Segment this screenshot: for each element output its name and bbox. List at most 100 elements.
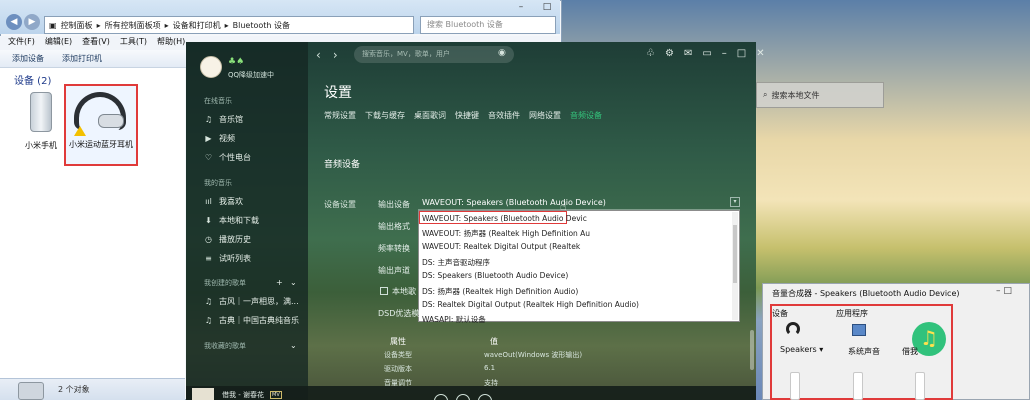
dropdown-option[interactable]: DS: 主声音驱动程序 xyxy=(422,257,490,268)
explorer-window-controls: – □ xyxy=(480,0,560,14)
voice-search-icon[interactable]: ◉ xyxy=(498,48,506,58)
tab-audio-device[interactable]: 音频设备 xyxy=(570,110,602,121)
menu-view[interactable]: 查看(V) xyxy=(82,36,110,50)
qq-window-controls: ♧ ⚙ ✉ ▭ – □ ✕ xyxy=(646,48,765,59)
breadcrumb-item[interactable]: 所有控制面板项 xyxy=(105,20,161,31)
sidebar-item-trial[interactable]: ≡ 试听列表 xyxy=(204,253,251,264)
sidebar-item-favorites[interactable]: ııl 我喜欢 xyxy=(204,196,243,207)
device-label[interactable]: 小米运动蓝牙耳机 xyxy=(66,140,136,150)
desktop-search-placeholder: 搜索本地文件 xyxy=(771,90,820,100)
sidebar-item-history[interactable]: ◷ 播放历史 xyxy=(204,234,251,245)
menu-file[interactable]: 文件(F) xyxy=(8,36,35,50)
video-icon: ▶ xyxy=(205,134,212,143)
folder-icon: ▣ xyxy=(49,20,57,30)
dropdown-option[interactable]: WASAPI: 默认设备 xyxy=(422,314,486,325)
phone-icon[interactable] xyxy=(30,92,52,132)
volume-slider[interactable] xyxy=(853,372,863,400)
sidebar-item-video[interactable]: ▶ 视频 xyxy=(204,133,235,144)
tab-download[interactable]: 下载与缓存 xyxy=(365,110,405,121)
desktop-search-input[interactable]: ⌕ 搜索本地文件 xyxy=(756,82,884,108)
bars-icon: ııl xyxy=(205,197,212,206)
sidebar-item-music-hall[interactable]: ♫ 音乐馆 xyxy=(204,114,243,125)
now-playing-title[interactable]: 借我 - 谢春花 xyxy=(222,390,264,400)
add-printer-button[interactable]: 添加打印机 xyxy=(62,53,102,64)
add-device-button[interactable]: 添加设备 xyxy=(12,53,44,64)
chevron-down-icon[interactable]: ▾ xyxy=(730,197,740,207)
collapse-icon[interactable]: ⌄ xyxy=(290,341,297,350)
add-playlist-icon[interactable]: + xyxy=(276,278,283,287)
sidebar-item-label: 视频 xyxy=(219,134,235,143)
mixer-device-select[interactable]: Speakers ▾ xyxy=(780,345,823,354)
dsd-mode-label: DSD优选模 xyxy=(378,309,420,318)
sidebar-item-radio[interactable]: ♡ 个性电台 xyxy=(204,152,251,163)
back-arrow-icon[interactable]: ◀ xyxy=(6,14,22,30)
warning-icon xyxy=(74,126,86,136)
username[interactable]: QQ降级加速中 xyxy=(228,70,274,80)
sidebar-item-local[interactable]: ⬇ 本地和下载 xyxy=(204,215,259,226)
forward-arrow-icon[interactable]: ▶ xyxy=(24,14,40,30)
explorer-search-input[interactable]: 搜索 Bluetooth 设备 xyxy=(420,16,556,34)
tab-lyrics[interactable]: 桌面歌词 xyxy=(414,110,446,121)
device-label[interactable]: 小米手机 xyxy=(18,140,64,151)
settings-scrollbar[interactable] xyxy=(750,330,754,370)
collapse-icon[interactable]: ⌄ xyxy=(290,278,297,287)
skin-icon[interactable]: ♧ xyxy=(646,48,655,59)
menu-tools[interactable]: 工具(T) xyxy=(120,36,147,50)
minimize-icon[interactable]: – xyxy=(722,48,727,59)
settings-icon[interactable]: ⚙ xyxy=(665,48,674,59)
breadcrumb-item[interactable]: Bluetooth 设备 xyxy=(233,20,290,31)
audio-settings-label: 设备设置 xyxy=(324,200,356,209)
tab-general[interactable]: 常规设置 xyxy=(324,110,356,121)
maximize-icon[interactable]: □ xyxy=(737,48,746,59)
volume-slider[interactable] xyxy=(790,372,800,400)
sidebar-section-mine: 我的音乐 xyxy=(204,179,232,187)
devices-group-header[interactable]: 设备 (2) xyxy=(14,72,51,87)
dropdown-option[interactable]: DS: Speakers (Bluetooth Audio Device) xyxy=(422,271,568,280)
info-key: 设备类型 xyxy=(384,351,412,359)
mail-icon[interactable]: ✉ xyxy=(684,48,692,59)
maximize-icon[interactable]: □ xyxy=(534,0,560,14)
breadcrumb-item[interactable]: 设备和打印机 xyxy=(173,20,221,31)
minimize-icon[interactable]: – xyxy=(508,0,534,14)
printer-icon xyxy=(18,382,44,400)
avatar[interactable] xyxy=(200,56,222,78)
sidebar-item-label: 个性电台 xyxy=(219,153,251,162)
sidebar-item-playlist[interactable]: ♫ 古典｜中国古典纯音乐 xyxy=(204,315,299,326)
sidebar-item-label: 古风｜一声相思，满... xyxy=(219,297,299,306)
back-arrow-icon[interactable]: ‹ xyxy=(316,48,321,62)
forward-arrow-icon[interactable]: › xyxy=(333,48,338,62)
mouse-cursor-icon: ☝ xyxy=(560,200,567,213)
mixer-device-header: 设备 xyxy=(772,309,788,318)
volume-slider[interactable] xyxy=(915,372,925,400)
mv-badge[interactable]: MV xyxy=(270,391,282,399)
monitor-icon xyxy=(852,324,866,336)
output-device-select[interactable]: WAVEOUT: Speakers (Bluetooth Audio Devic… xyxy=(418,196,740,210)
dropdown-option[interactable]: DS: Realtek Digital Output (Realtek High… xyxy=(422,300,639,309)
dropdown-scroll-thumb[interactable] xyxy=(733,225,737,283)
playlist-icon: ♫ xyxy=(204,297,213,306)
close-icon[interactable]: ✕ xyxy=(756,48,764,59)
address-bar[interactable]: ▣ 控制面板 ▸ 所有控制面板项 ▸ 设备和打印机 ▸ Bluetooth 设备 xyxy=(44,16,414,34)
mixer-window-controls[interactable]: – □ xyxy=(996,286,1012,296)
mixer-title: 音量合成器 - Speakers (Bluetooth Audio Device… xyxy=(772,289,960,298)
menu-help[interactable]: 帮助(H) xyxy=(157,36,185,50)
mini-mode-icon[interactable]: ▭ xyxy=(702,48,711,59)
search-icon: ⌕ xyxy=(763,90,768,99)
sidebar-item-playlist[interactable]: ♫ 古风｜一声相思，满... xyxy=(204,296,299,307)
tab-hotkeys[interactable]: 快捷键 xyxy=(455,110,479,121)
breadcrumb-separator: ▸ xyxy=(96,20,101,30)
tab-network[interactable]: 网络设置 xyxy=(529,110,561,121)
sidebar-item-label: 音乐馆 xyxy=(219,115,243,124)
dropdown-option[interactable]: WAVEOUT: 扬声器 (Realtek High Definition Au xyxy=(422,228,590,239)
sidebar-section-created: 我创建的歌单 xyxy=(204,279,246,287)
album-cover[interactable] xyxy=(192,388,214,400)
breadcrumb-item[interactable]: 控制面板 xyxy=(61,20,93,31)
dropdown-option[interactable]: DS: 扬声器 (Realtek High Definition Audio) xyxy=(422,286,578,297)
local-checkbox[interactable] xyxy=(380,287,388,295)
menu-edit[interactable]: 编辑(E) xyxy=(45,36,72,50)
vip-badge-icon[interactable]: ♣♠ xyxy=(228,57,244,67)
dropdown-option[interactable]: WAVEOUT: Speakers (Bluetooth Audio Devic xyxy=(422,214,587,223)
qq-search-input[interactable]: 搜索音乐，MV，歌单，用户 xyxy=(354,46,514,63)
dropdown-option[interactable]: WAVEOUT: Realtek Digital Output (Realtek xyxy=(422,242,580,251)
tab-effects[interactable]: 音效插件 xyxy=(488,110,520,121)
